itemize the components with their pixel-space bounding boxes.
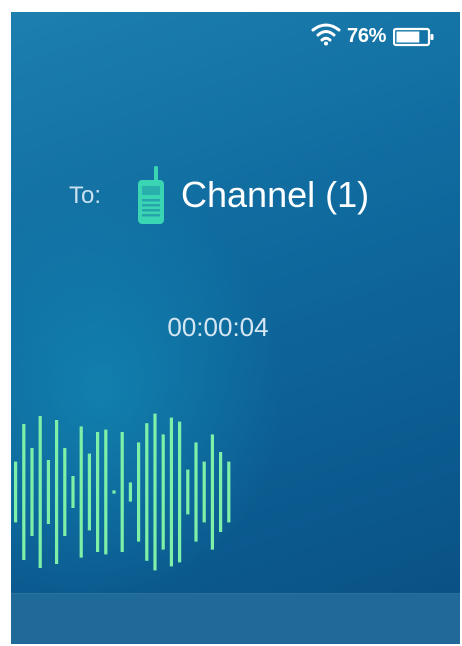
waveform-bar [227,461,231,523]
waveform-bar [186,469,190,515]
waveform-bar [120,432,124,552]
battery-icon [393,27,434,47]
waveform-bar [104,429,108,555]
audio-waveform [14,413,231,571]
waveform-bar [38,416,42,568]
channel-name: Channel (1) [181,174,370,215]
wifi-icon [311,23,341,46]
waveform-bar [14,461,18,523]
waveform-bar [79,426,83,558]
waveform-bar [161,434,165,550]
waveform-bar [112,490,116,494]
waveform-bar [55,420,59,564]
battery-percentage: 76% [347,25,387,47]
waveform-bar [194,442,198,542]
call-timer: 00:00:04 [167,312,269,342]
waveform-bar [169,417,173,567]
waveform-bar [63,448,67,536]
status-bar: 76% [11,12,460,60]
waveform-bar [219,452,223,532]
call-screen: 76% To: Channel (1) 00:00:04 [11,12,460,644]
recipient-row: To: Channel (1) [11,162,460,232]
bottom-bar [11,593,460,644]
waveform-bar [71,476,75,508]
waveform-bar [153,413,157,571]
waveform-bar [145,423,149,561]
waveform-bar [30,448,34,536]
waveform-bar [128,482,132,502]
waveform-bar [137,442,141,542]
waveform-bar [96,432,100,552]
walkie-talkie-icon [138,166,164,224]
waveform-bar [22,424,26,560]
waveform-bar [210,434,214,550]
waveform-bar [178,421,182,563]
waveform-bar [87,453,91,531]
waveform-bar [202,461,206,523]
waveform-bar [46,460,50,524]
to-label: To: [69,182,102,209]
